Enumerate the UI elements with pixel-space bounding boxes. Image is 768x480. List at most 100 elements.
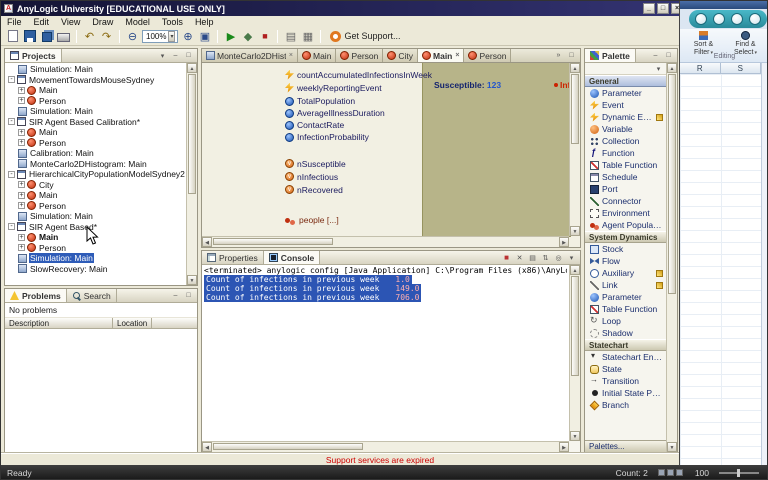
palette-item[interactable]: Flow bbox=[585, 255, 666, 267]
projects-scrollbar[interactable]: ▲ ▼ bbox=[186, 63, 197, 285]
minimize-button[interactable]: _ bbox=[643, 3, 655, 14]
tree-expander[interactable]: + bbox=[18, 181, 25, 189]
console-horizontal-scrollbar[interactable]: ◀ ▶ bbox=[202, 441, 569, 452]
excel-column-header[interactable]: R bbox=[680, 63, 721, 74]
tab-palette[interactable]: Palette bbox=[585, 49, 636, 62]
excel-column-header[interactable]: S bbox=[720, 63, 761, 74]
scroll-down-icon[interactable]: ▼ bbox=[570, 431, 580, 441]
palette-item[interactable]: Shadow bbox=[585, 327, 666, 339]
maximize-view-icon[interactable]: □ bbox=[183, 50, 194, 61]
palette-item[interactable]: Auxiliary bbox=[585, 267, 666, 279]
tree-expander[interactable]: + bbox=[18, 233, 25, 241]
recorder-button[interactable] bbox=[713, 13, 725, 25]
tree-item[interactable]: + Main bbox=[5, 85, 186, 96]
palette-item[interactable]: Agent Population bbox=[585, 219, 666, 231]
scroll-lock-icon[interactable]: ⇅ bbox=[540, 252, 551, 263]
palette-menu-icon[interactable]: ▾ bbox=[653, 63, 664, 74]
terminate-icon[interactable]: ■ bbox=[501, 252, 512, 263]
tree-expander[interactable]: + bbox=[18, 202, 25, 210]
scroll-thumb[interactable] bbox=[213, 238, 333, 245]
scroll-right-icon[interactable]: ▶ bbox=[559, 442, 569, 452]
menu-item[interactable]: Model bbox=[119, 17, 156, 27]
editor-tab[interactable]: Main × bbox=[298, 49, 337, 62]
console-line[interactable]: Count of infections in previous week 1.0 bbox=[204, 275, 412, 284]
scroll-right-icon[interactable]: ▶ bbox=[559, 237, 569, 247]
palette-item[interactable]: State bbox=[585, 363, 666, 375]
palette-item[interactable]: Schedule bbox=[585, 171, 666, 183]
close-tab-icon[interactable]: × bbox=[288, 52, 293, 59]
canvas-horizontal-scrollbar[interactable]: ◀ ▶ bbox=[202, 236, 569, 247]
editor-tab[interactable]: Main × bbox=[418, 49, 465, 62]
save-all-icon[interactable] bbox=[39, 29, 54, 44]
view-tab[interactable]: Properties bbox=[202, 251, 264, 264]
canvas-parameter-element[interactable]: ContactRate bbox=[285, 119, 385, 131]
palette-item[interactable]: Statechart Entr... bbox=[585, 351, 666, 363]
canvas-event-element[interactable]: weeklyReportingEvent bbox=[285, 81, 432, 94]
scroll-left-icon[interactable]: ◀ bbox=[202, 442, 212, 452]
console-header-line[interactable]: <terminated> anylogic config [Java Appli… bbox=[204, 266, 567, 275]
palette-item[interactable]: Parameter bbox=[585, 291, 666, 303]
tree-item[interactable]: + Main bbox=[5, 232, 186, 243]
new-model-icon[interactable] bbox=[5, 29, 20, 44]
canvas-parameter-element[interactable]: InfectionProbability bbox=[285, 131, 385, 143]
tree-item[interactable]: Simulation: Main bbox=[5, 211, 186, 222]
editor-tab[interactable]: Person × bbox=[464, 49, 512, 62]
remove-launch-icon[interactable]: ✕ bbox=[514, 252, 525, 263]
scroll-down-icon[interactable]: ▼ bbox=[667, 442, 677, 452]
palette-item[interactable]: Function bbox=[585, 147, 666, 159]
palette-item[interactable]: Environment bbox=[585, 207, 666, 219]
tree-item[interactable]: Calibration: Main bbox=[5, 148, 186, 159]
model-canvas[interactable]: Susceptible: 123 Infec countAccumulatedI… bbox=[201, 62, 581, 248]
normal-view-icon[interactable] bbox=[657, 469, 665, 476]
canvas-variable-element[interactable]: nInfectious bbox=[285, 170, 346, 183]
tab-projects[interactable]: Projects bbox=[5, 49, 62, 62]
tree-item[interactable]: - SIR Agent Based Calibration* bbox=[5, 117, 186, 128]
console-menu-icon[interactable]: ▾ bbox=[566, 252, 577, 263]
scroll-up-icon[interactable]: ▲ bbox=[667, 63, 677, 73]
console-line[interactable]: Count of infections in previous week 149.… bbox=[204, 284, 422, 293]
palette-item[interactable]: Table Function bbox=[585, 303, 666, 315]
minimize-view-icon[interactable]: – bbox=[650, 50, 661, 61]
view-tab[interactable]: Search bbox=[67, 289, 117, 302]
zoom-slider[interactable] bbox=[719, 469, 759, 477]
canvas-event-element[interactable]: countAccumulatedInfectionsInWeek bbox=[285, 68, 432, 81]
editor-tab[interactable]: City × bbox=[383, 49, 419, 62]
maximize-view-icon[interactable]: □ bbox=[566, 50, 577, 61]
tree-expander[interactable]: + bbox=[18, 191, 25, 199]
stop-icon[interactable]: ■ bbox=[257, 29, 272, 44]
close-tab-icon[interactable]: × bbox=[454, 52, 459, 59]
column-header[interactable]: Description bbox=[5, 318, 113, 328]
recorder-button[interactable] bbox=[731, 13, 743, 25]
tree-item[interactable]: + Person bbox=[5, 96, 186, 107]
page-break-view-icon[interactable] bbox=[675, 469, 683, 476]
palette-item[interactable]: Transition bbox=[585, 375, 666, 387]
environment-rect[interactable]: Susceptible: 123 Infec bbox=[422, 63, 580, 237]
palette-item[interactable]: Branch bbox=[585, 399, 666, 411]
scroll-thumb[interactable] bbox=[668, 74, 676, 294]
editor-tab[interactable]: MonteCarlo2DHisto... × bbox=[202, 49, 298, 62]
scroll-up-icon[interactable]: ▲ bbox=[570, 63, 580, 73]
tree-expander[interactable]: + bbox=[18, 128, 25, 136]
tree-expander[interactable]: + bbox=[18, 97, 25, 105]
palette-item[interactable]: Variable bbox=[585, 123, 666, 135]
canvas-variable-element[interactable]: nSusceptible bbox=[285, 157, 346, 170]
menu-item[interactable]: Edit bbox=[28, 17, 56, 27]
scroll-thumb[interactable] bbox=[188, 74, 196, 194]
scroll-thumb[interactable] bbox=[571, 74, 579, 144]
minimize-view-icon[interactable]: – bbox=[170, 50, 181, 61]
tree-expander[interactable]: - bbox=[8, 118, 15, 126]
canvas-variable-element[interactable]: nRecovered bbox=[285, 183, 346, 196]
run-icon[interactable]: ▶ bbox=[223, 29, 238, 44]
tree-expander[interactable]: - bbox=[8, 76, 15, 84]
page-layout-view-icon[interactable] bbox=[666, 469, 674, 476]
scroll-thumb[interactable] bbox=[213, 443, 363, 450]
view-tab[interactable]: Problems bbox=[5, 289, 67, 302]
zoom-out-icon[interactable]: ⊖ bbox=[125, 29, 140, 44]
tree-item[interactable]: - SIR Agent Based* bbox=[5, 222, 186, 233]
console-vertical-scrollbar[interactable]: ▲ ▼ bbox=[569, 265, 580, 441]
palette-section-statechart[interactable]: Statechart bbox=[585, 339, 666, 351]
tree-expander[interactable]: + bbox=[18, 139, 25, 147]
palette-scrollbar[interactable]: ▲ ▼ bbox=[666, 63, 677, 452]
palette-item[interactable]: Table Function bbox=[585, 159, 666, 171]
palette-item[interactable]: Event bbox=[585, 99, 666, 111]
